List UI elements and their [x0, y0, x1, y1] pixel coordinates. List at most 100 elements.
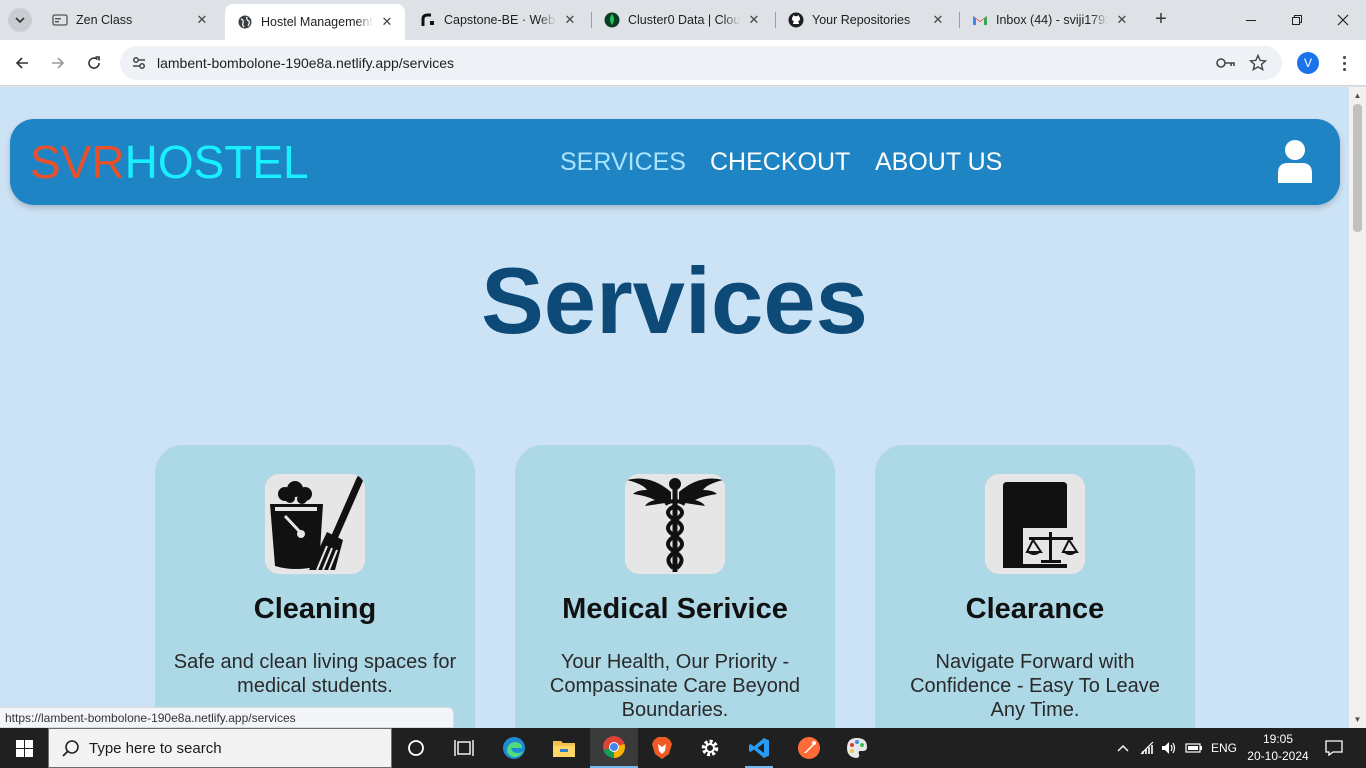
clock-time: 19:05 [1262, 732, 1294, 746]
caduceus-icon [625, 474, 725, 574]
tab-capstone-be[interactable]: Capstone-BE · Web S ✕ [408, 4, 588, 36]
tab-cluster0[interactable]: Cluster0 Data | Cloud ✕ [592, 4, 772, 36]
taskbar-brave[interactable] [638, 728, 686, 768]
chrome-icon [603, 736, 625, 758]
brand-svr: SVR [30, 136, 125, 188]
minimize-icon [1246, 20, 1256, 21]
card-description: Navigate Forward with Confidence - Easy … [910, 651, 1160, 721]
taskbar-clock[interactable]: 19:05 20-10-2024 [1247, 731, 1309, 765]
tab-title: Capstone-BE · Web S [444, 13, 556, 27]
restore-button[interactable] [1274, 0, 1320, 40]
nav-about-us[interactable]: ABOUT US [875, 147, 1002, 177]
tab-hostel-management[interactable]: Hostel Management S ✕ [225, 4, 405, 40]
service-card-cleaning[interactable]: Cleaning Safe and clean living spaces fo… [155, 445, 475, 728]
back-button[interactable] [8, 49, 36, 77]
page-title: Services [481, 248, 868, 353]
site-logo[interactable]: SVRHOSTEL [30, 137, 309, 187]
close-tab-icon[interactable]: ✕ [379, 14, 395, 30]
close-tab-icon[interactable]: ✕ [194, 12, 210, 28]
language-indicator[interactable]: ENG [1207, 728, 1241, 768]
password-key-icon[interactable] [1216, 53, 1236, 73]
card-title: Clearance [965, 593, 1105, 625]
start-button[interactable] [0, 728, 48, 768]
site-navbar: SVRHOSTEL SERVICES CHECKOUT ABOUT US [10, 119, 1340, 205]
close-tab-icon[interactable]: ✕ [930, 12, 946, 28]
postman-icon [798, 737, 820, 759]
task-view-button[interactable] [440, 728, 488, 768]
page-scrollbar[interactable]: ▲ ▼ [1349, 87, 1366, 728]
tab-strip: Zen Class ✕ Hostel Management S ✕ Capsto… [0, 0, 1366, 40]
globe-icon [237, 14, 253, 30]
forward-button[interactable] [44, 49, 72, 77]
gmail-icon [972, 12, 988, 28]
nav-checkout[interactable]: CHECKOUT [710, 147, 850, 177]
tab-your-repositories[interactable]: Your Repositories ✕ [776, 4, 956, 36]
service-card-medical[interactable]: Medical Serivice Your Health, Our Priori… [515, 445, 835, 728]
service-card-clearance[interactable]: Clearance Navigate Forward with Confiden… [875, 445, 1195, 728]
card-title: Medical Serivice [562, 593, 788, 625]
taskbar-settings[interactable] [686, 728, 734, 768]
new-tab-button[interactable]: + [1151, 9, 1171, 30]
user-account-icon[interactable] [1276, 139, 1314, 183]
cortana-button[interactable] [392, 728, 440, 768]
arrow-left-icon [15, 57, 28, 69]
windows-logo-icon [15, 739, 33, 757]
card-description: Your Health, Our Priority - Compassinate… [549, 651, 801, 721]
close-tab-icon[interactable]: ✕ [562, 12, 578, 28]
clock-date: 20-10-2024 [1247, 749, 1309, 763]
taskbar-file-explorer[interactable] [540, 728, 588, 768]
tab-title: Zen Class [76, 13, 133, 27]
nav-services[interactable]: SERVICES [560, 147, 686, 177]
minimize-button[interactable] [1228, 0, 1274, 40]
close-window-button[interactable] [1320, 0, 1366, 40]
battery-icon[interactable] [1183, 728, 1205, 768]
search-placeholder: Type here to search [89, 740, 222, 757]
vscode-icon [749, 738, 769, 758]
github-icon [788, 12, 804, 28]
folder-icon [553, 741, 575, 757]
tab-search-button[interactable] [8, 8, 32, 32]
scroll-up-arrow-icon[interactable]: ▲ [1353, 91, 1362, 100]
windows-taskbar: Type here to search ENG 19:05 20-10-2024 [0, 728, 1366, 768]
close-tab-icon[interactable]: ✕ [1114, 12, 1130, 28]
status-bar-url: https://lambent-bombolone-190e8a.netlify… [0, 707, 454, 728]
tab-title: Cluster0 Data | Cloud [628, 13, 740, 27]
notification-center-icon[interactable] [1320, 728, 1348, 768]
close-tab-icon[interactable]: ✕ [746, 12, 762, 28]
reload-button[interactable] [80, 49, 108, 77]
browser-menu-icon[interactable] [1334, 52, 1354, 74]
tab-zen-class[interactable]: Zen Class ✕ [40, 4, 220, 36]
edge-icon [503, 737, 525, 759]
taskbar-edge[interactable] [490, 728, 538, 768]
browser-toolbar: lambent-bombolone-190e8a.netlify.app/ser… [0, 40, 1366, 86]
close-icon [1337, 14, 1349, 26]
mongodb-leaf-icon [604, 12, 620, 28]
card-description: Safe and clean living spaces for medical… [173, 651, 457, 697]
brave-lion-icon [652, 737, 672, 759]
scroll-down-arrow-icon[interactable]: ▼ [1353, 715, 1362, 724]
taskbar-search-box[interactable]: Type here to search [48, 728, 392, 768]
tab-gmail-inbox[interactable]: Inbox (44) - sviji1792 ✕ [960, 4, 1140, 36]
taskbar-chrome[interactable] [590, 728, 638, 768]
restore-icon [1292, 15, 1302, 25]
cortana-circle-icon [408, 740, 424, 756]
taskbar-vscode[interactable] [735, 728, 783, 768]
show-hidden-icons[interactable] [1112, 728, 1134, 768]
profile-avatar[interactable]: V [1297, 52, 1319, 74]
site-settings-icon[interactable] [130, 54, 148, 72]
volume-icon[interactable] [1158, 728, 1180, 768]
chevron-up-icon [1117, 745, 1129, 752]
page-viewport: SVRHOSTEL SERVICES CHECKOUT ABOUT US Ser… [0, 87, 1349, 728]
scroll-thumb[interactable] [1353, 104, 1362, 232]
address-bar[interactable]: lambent-bombolone-190e8a.netlify.app/ser… [120, 46, 1282, 80]
bookmark-star-icon[interactable] [1248, 53, 1268, 73]
reload-icon [88, 56, 100, 69]
search-icon [62, 740, 79, 757]
task-view-icon [454, 740, 474, 756]
taskbar-paint[interactable] [833, 728, 881, 768]
taskbar-postman[interactable] [785, 728, 833, 768]
network-icon[interactable] [1136, 728, 1158, 768]
paint-palette-icon [847, 738, 867, 758]
brand-hostel: HOSTEL [124, 136, 309, 188]
url-text[interactable]: lambent-bombolone-190e8a.netlify.app/ser… [157, 55, 454, 71]
